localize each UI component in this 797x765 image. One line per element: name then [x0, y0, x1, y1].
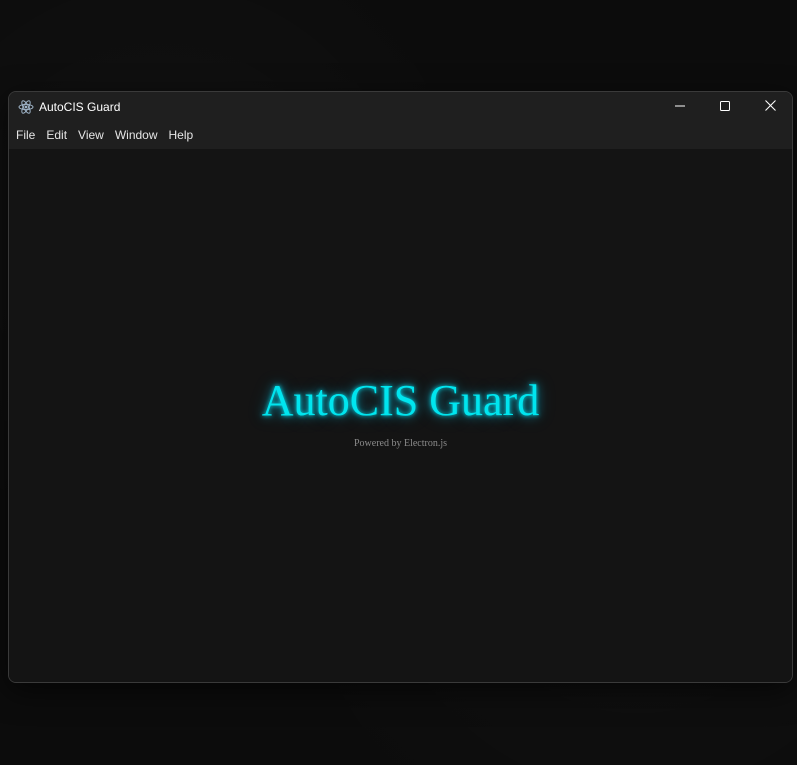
menu-window[interactable]: Window: [109, 122, 163, 149]
app-heading: AutoCIS Guard: [261, 376, 540, 425]
maximize-icon: [720, 98, 730, 116]
close-button[interactable]: [747, 92, 792, 122]
menu-edit[interactable]: Edit: [40, 122, 72, 149]
menu-bar: File Edit View Window Help: [9, 122, 792, 149]
menu-file[interactable]: File: [10, 122, 40, 149]
minimize-icon: [675, 98, 685, 116]
app-window: AutoCIS Guard File Edit View Window Help…: [8, 91, 793, 683]
menu-help[interactable]: Help: [163, 122, 199, 149]
menu-view[interactable]: View: [72, 122, 109, 149]
close-icon: [764, 98, 776, 116]
window-title: AutoCIS Guard: [39, 100, 121, 114]
maximize-button[interactable]: [702, 92, 748, 122]
powered-by-text: Powered by Electron.js: [353, 438, 448, 449]
main-content: AutoCIS Guard Powered by Electron.js: [9, 149, 792, 682]
electron-atom-icon: [18, 99, 34, 115]
title-bar[interactable]: AutoCIS Guard: [9, 92, 792, 122]
minimize-button[interactable]: [657, 92, 703, 122]
